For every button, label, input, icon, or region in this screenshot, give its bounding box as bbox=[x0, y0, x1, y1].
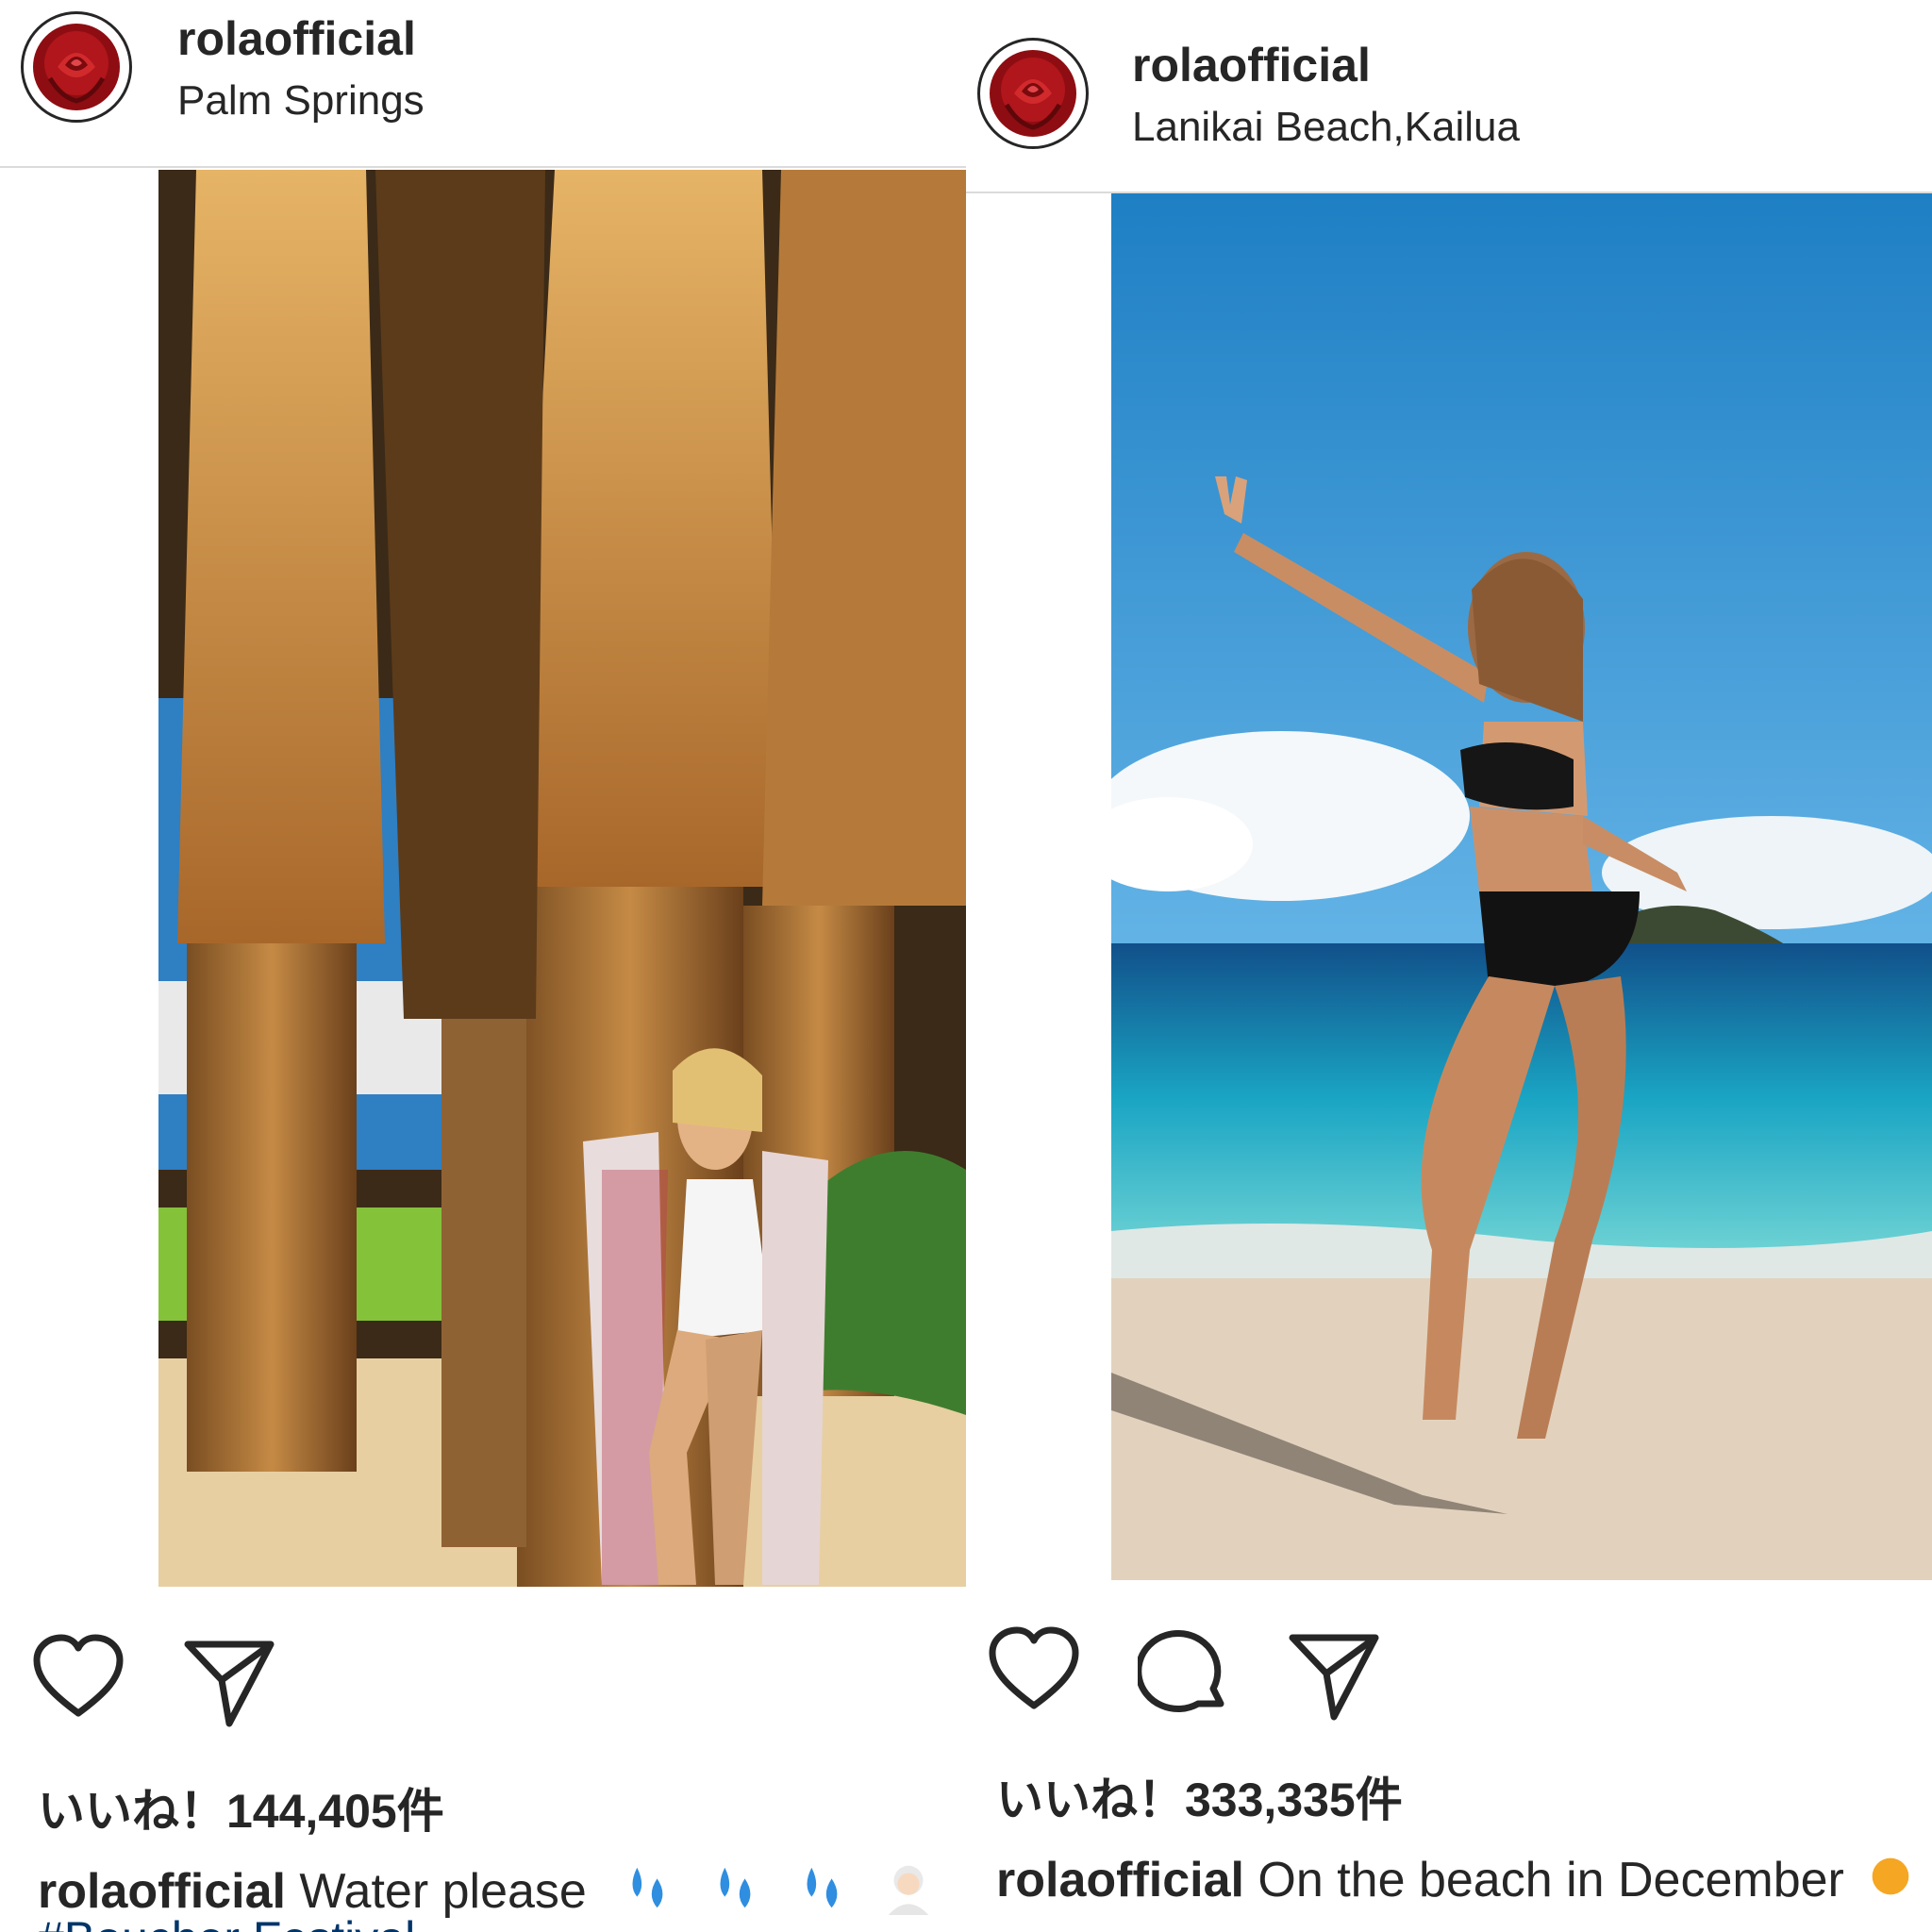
caption-hashtag[interactable]: #Boucher Festival bbox=[38, 1911, 415, 1932]
caption-text: On the beach in December bbox=[1243, 1853, 1844, 1907]
post-palm-springs: rolaofficial Palm Springs いいね！144,405件 r… bbox=[0, 0, 966, 1932]
sweat-droplets-emoji bbox=[632, 1867, 663, 1908]
paper-plane-icon bbox=[1289, 1634, 1379, 1721]
like-button[interactable] bbox=[31, 1632, 125, 1726]
heart-icon bbox=[989, 1626, 1079, 1709]
share-button[interactable] bbox=[1287, 1630, 1381, 1724]
rose-avatar-icon bbox=[990, 50, 1076, 137]
caption: rolaofficial On the beach in December bbox=[996, 1849, 1918, 1908]
comment-button[interactable] bbox=[1135, 1624, 1232, 1719]
sweat-droplets-emoji bbox=[807, 1867, 838, 1908]
post-photo[interactable] bbox=[158, 170, 966, 1587]
likes-count[interactable]: いいね！144,405件 bbox=[38, 1774, 444, 1841]
like-button[interactable] bbox=[987, 1624, 1081, 1719]
header-divider bbox=[0, 166, 966, 168]
person-white-hair-emoji bbox=[888, 1865, 928, 1915]
caption-username[interactable]: rolaofficial bbox=[996, 1853, 1244, 1907]
sweat-droplets-emoji bbox=[720, 1867, 751, 1908]
palm-trees-photo bbox=[158, 170, 966, 1587]
avatar[interactable] bbox=[977, 38, 1089, 149]
sun-emoji bbox=[1872, 1857, 1909, 1895]
post-lanikai-beach: rolaofficial Lanikai Beach,Kailua いいね！33… bbox=[966, 0, 1932, 1932]
username[interactable]: rolaofficial bbox=[1132, 38, 1371, 92]
share-button[interactable] bbox=[182, 1637, 276, 1731]
post-photo[interactable] bbox=[1111, 193, 1932, 1580]
username[interactable]: rolaofficial bbox=[177, 11, 416, 66]
avatar[interactable] bbox=[21, 11, 132, 123]
post-header: rolaofficial Lanikai Beach,Kailua bbox=[966, 0, 1932, 193]
comment-icon bbox=[1135, 1629, 1224, 1712]
rose-avatar-icon bbox=[33, 24, 120, 110]
location[interactable]: Lanikai Beach,Kailua bbox=[1132, 104, 1520, 151]
heart-icon bbox=[33, 1634, 124, 1717]
post-header: rolaofficial Palm Springs bbox=[0, 0, 966, 168]
location[interactable]: Palm Springs bbox=[177, 77, 425, 125]
beach-photo bbox=[1111, 193, 1932, 1580]
paper-plane-icon bbox=[184, 1641, 275, 1727]
likes-count[interactable]: いいね！333,335件 bbox=[996, 1762, 1403, 1830]
